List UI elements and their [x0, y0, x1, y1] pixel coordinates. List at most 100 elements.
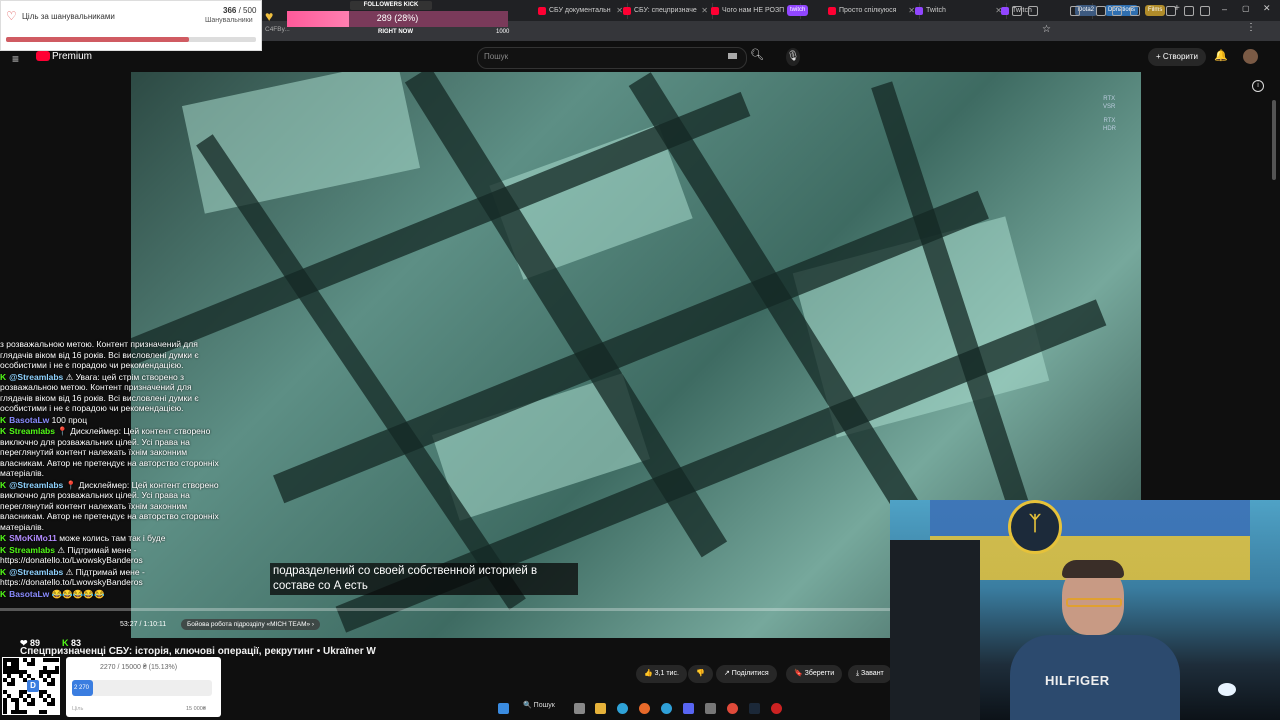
heart-icon: ♥	[265, 8, 274, 24]
youtube-premium-label[interactable]: Premium	[52, 51, 92, 62]
video-subtitle: подразделений со своей собственной истор…	[270, 563, 578, 595]
rtx-vsr-badge: RTX VSR	[1103, 96, 1116, 110]
kick-badge-icon: K	[0, 479, 7, 490]
download-button[interactable]: ⤓ Завант	[848, 665, 892, 683]
chat-text: 😂😂😂😂😂	[51, 588, 105, 599]
chat-text: може колись там так і буде	[59, 533, 166, 543]
tab-close-icon[interactable]: ✕	[701, 3, 708, 19]
qr-logo-icon: D	[27, 680, 39, 692]
gaming-chair	[890, 540, 980, 720]
tab-favicon-icon	[915, 7, 923, 15]
avatar[interactable]	[1243, 49, 1258, 64]
chat-username[interactable]: Streamlabs	[9, 426, 57, 436]
tab-label: СБУ: спецпризначе	[634, 7, 697, 14]
viewer-count-value: 89	[30, 638, 41, 648]
app-icon[interactable]	[705, 703, 716, 714]
install-icon[interactable]	[1012, 6, 1022, 16]
kick-viewer-count-value: 83	[71, 638, 82, 648]
extension-icon[interactable]	[1096, 6, 1106, 16]
right-now-label: RIGHT NOW	[378, 29, 413, 35]
browser-tab[interactable]: Просто спілкуюся ✕	[825, 3, 920, 19]
browser-tab[interactable]: Twitch✕	[912, 3, 1007, 19]
chat-text: 100 проц	[51, 414, 88, 425]
bookmark-star-icon[interactable]: ☆	[1042, 24, 1051, 35]
tab-group-pill[interactable]: Films	[1145, 5, 1166, 16]
emblem-icon: ᛉ	[1008, 500, 1062, 554]
chat-message: K Streamlabs 📍 Дисклеймер: Цей контент ст…	[0, 426, 225, 479]
chat-username[interactable]: SMoKiMo11	[9, 533, 59, 543]
telegram-icon[interactable]	[661, 703, 672, 714]
new-tab-button[interactable]: +	[1174, 3, 1180, 14]
chat-overlay: з розважальною метою. Контент призначени…	[0, 339, 225, 600]
maximize-icon[interactable]: ▢	[1242, 4, 1250, 13]
url-fragment: C4FBy...	[265, 26, 290, 33]
chat-message: K BasotaLw 100 проц	[0, 415, 225, 426]
file-explorer-icon[interactable]	[595, 703, 606, 714]
tab-group-pill[interactable]: twitch	[787, 5, 809, 16]
info-icon[interactable]: i	[1252, 80, 1264, 92]
hide-icon[interactable]	[1028, 6, 1038, 16]
donation-max-label: 15 000₴	[186, 706, 206, 712]
chat-username[interactable]: BasotaLw	[9, 415, 52, 425]
keyboard-icon[interactable]	[728, 53, 737, 59]
goal-title: Ціль за шанувальниками	[22, 12, 115, 21]
browser-tab[interactable]: СБУ документальн ✕	[535, 3, 628, 19]
like-button[interactable]: 👍 3,1 тис.	[636, 665, 687, 683]
windows-start-icon[interactable]	[498, 703, 509, 714]
donation-text: 2270 / 15000 ₴ (15.13%)	[100, 664, 178, 671]
browser-menu-icon[interactable]: ⋮	[1246, 22, 1256, 33]
tab-favicon-icon	[828, 7, 836, 15]
goal-progress-fill	[6, 37, 189, 42]
extension-icon[interactable]	[1200, 6, 1210, 16]
tab-label: Просто спілкуюся	[839, 7, 897, 14]
video-progress-bar[interactable]	[0, 608, 890, 611]
extension-icon[interactable]	[1184, 6, 1194, 16]
task-view-icon[interactable]	[574, 703, 585, 714]
discord-icon[interactable]	[683, 703, 694, 714]
extension-icon[interactable]	[1130, 6, 1140, 16]
chat-username[interactable]: @Streamlabs	[9, 372, 65, 382]
firefox-icon[interactable]	[639, 703, 650, 714]
page-scrollbar[interactable]	[1272, 100, 1276, 180]
qr-module	[55, 658, 59, 662]
hamburger-menu-icon[interactable]: ≡	[12, 52, 19, 66]
save-button[interactable]: 🔖 Зберегти	[786, 665, 843, 683]
tab-favicon-icon	[1001, 7, 1009, 15]
goal-current: 366	[223, 6, 237, 15]
chat-message: K BasotaLw 😂😂😂😂😂	[0, 589, 225, 600]
kick-badge-icon: K	[0, 533, 7, 543]
microphone-icon[interactable]: 🎙︎	[786, 48, 800, 66]
goal-count: 366 / 500	[223, 6, 256, 15]
kick-badge-icon: K	[0, 544, 7, 555]
browser-tab[interactable]: СБУ: спецпризначе ✕	[620, 3, 713, 19]
search-icon[interactable]: 🔍︎	[750, 48, 764, 61]
chapter-button[interactable]: Бойова робота підрозділу «MICH TEAM» ›	[181, 619, 321, 630]
taskbar-search[interactable]: 🔍 Пошук	[523, 701, 555, 709]
share-button[interactable]: ↗ Поділитися	[716, 665, 777, 683]
close-window-icon[interactable]: ✕	[1263, 3, 1271, 14]
create-button[interactable]: + Створити	[1148, 48, 1206, 66]
obs-icon[interactable]	[771, 703, 782, 714]
chrome-icon[interactable]	[727, 703, 738, 714]
chat-username[interactable]: Streamlabs	[9, 545, 57, 555]
notifications-bell-icon[interactable]: 🔔	[1214, 49, 1228, 62]
tab-favicon-icon	[538, 7, 546, 15]
minimize-icon[interactable]: –	[1222, 4, 1227, 14]
subtitle-line-1: подразделений со своей собственной истор…	[273, 565, 538, 577]
extension-icon[interactable]	[1070, 6, 1080, 16]
viewer-count: ❤ 89	[20, 638, 41, 648]
dislike-button[interactable]: 👎	[688, 665, 713, 683]
search-placeholder: Пошук	[484, 52, 509, 61]
search-input[interactable]	[477, 47, 747, 69]
chat-username[interactable]: BasotaLw	[9, 589, 52, 599]
qr-module	[3, 710, 7, 714]
qr-module	[31, 662, 35, 666]
chat-username[interactable]: @Streamlabs	[9, 567, 65, 577]
tab-favicon-icon	[623, 7, 631, 15]
extension-icon[interactable]	[1112, 6, 1122, 16]
chat-username[interactable]: @Streamlabs	[9, 480, 65, 490]
youtube-logo-icon[interactable]	[36, 51, 50, 61]
edge-icon[interactable]	[617, 703, 628, 714]
qr-module	[43, 710, 47, 714]
steam-icon[interactable]	[749, 703, 760, 714]
